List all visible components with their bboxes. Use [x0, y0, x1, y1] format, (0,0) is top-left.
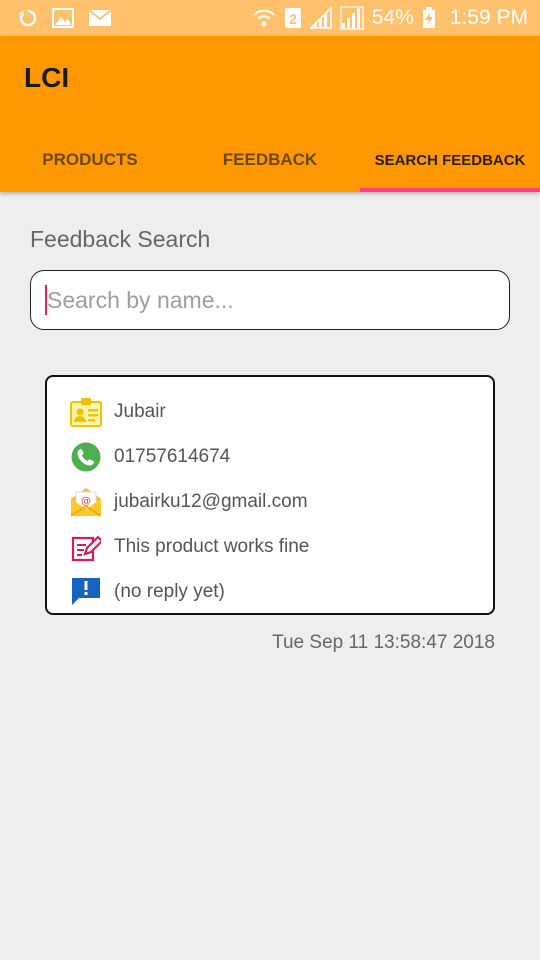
- wifi-icon: [252, 7, 276, 29]
- battery-charging-icon: [422, 7, 436, 29]
- app-bar: LCI PRODUCTS FEEDBACK SEARCH FEEDBACK: [0, 36, 540, 192]
- signal-icon: [309, 7, 332, 29]
- search-input[interactable]: [47, 286, 487, 314]
- section-title: Feedback Search: [30, 226, 211, 252]
- search-field[interactable]: [30, 270, 510, 330]
- feedback-reply-row: (no reply yet): [69, 569, 493, 614]
- mail-icon: [88, 9, 112, 27]
- feedback-timestamp: Tue Sep 11 13:58:47 2018: [272, 632, 495, 653]
- status-time: 1:59 PM: [449, 6, 528, 29]
- feedback-email-row: @ jubairku12@gmail.com: [69, 479, 493, 524]
- feedback-email: jubairku12@gmail.com: [114, 490, 308, 512]
- status-left-icons: [18, 8, 112, 28]
- status-right-icons: 2 54% 1:59 PM: [252, 6, 528, 30]
- app-title: LCI: [24, 62, 70, 93]
- email-icon: @: [69, 485, 103, 519]
- tab-products[interactable]: PRODUCTS: [0, 128, 180, 192]
- svg-text:2: 2: [289, 11, 297, 27]
- status-bar: 2 54% 1:59 PM: [0, 0, 540, 36]
- tab-bar: PRODUCTS FEEDBACK SEARCH FEEDBACK: [0, 128, 540, 192]
- id-card-icon: [69, 395, 103, 429]
- feedback-reply: (no reply yet): [114, 580, 225, 602]
- feedback-name-row: Jubair: [69, 389, 493, 434]
- signal-icon: [340, 6, 364, 30]
- feedback-message: This product works fine: [114, 535, 310, 557]
- battery-percent: 54%: [371, 6, 414, 29]
- image-icon: [52, 8, 74, 28]
- sync-icon: [18, 8, 38, 28]
- tab-feedback[interactable]: FEEDBACK: [180, 128, 360, 192]
- feedback-phone-row: 01757614674: [69, 434, 493, 479]
- feedback-phone: 01757614674: [114, 445, 231, 467]
- edit-icon: [69, 530, 103, 564]
- feedback-name: Jubair: [114, 400, 166, 422]
- feedback-card[interactable]: Jubair 01757614674 @ jubairku12@gmail.co…: [45, 375, 495, 615]
- feedback-message-row: This product works fine: [69, 524, 493, 569]
- sim-2-icon: 2: [284, 7, 302, 29]
- feedback-icon: [69, 575, 103, 609]
- phone-icon: [69, 440, 103, 474]
- tab-search-feedback[interactable]: SEARCH FEEDBACK: [360, 128, 540, 192]
